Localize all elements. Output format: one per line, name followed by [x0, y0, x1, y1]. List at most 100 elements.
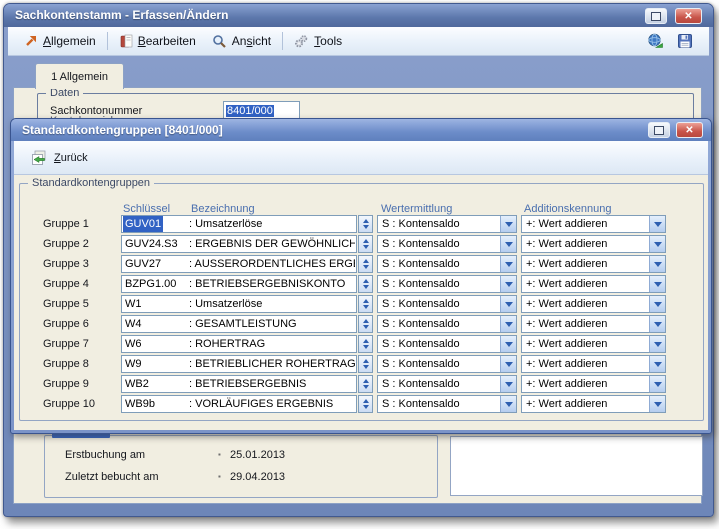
- wertermittlung-select[interactable]: S : Kontensaldo: [377, 235, 517, 253]
- main-close-button[interactable]: ✕: [675, 8, 702, 24]
- key-text: WB2: [125, 376, 149, 392]
- toolbar-separator: [107, 32, 108, 50]
- dropdown-button[interactable]: [649, 276, 665, 292]
- erstbuchung-value: 25.01.2013: [230, 449, 285, 461]
- group-label: Gruppe 9: [43, 378, 89, 390]
- spinner-button[interactable]: [358, 315, 373, 333]
- spin-up-icon: [363, 299, 369, 303]
- key-description-field[interactable]: BZPG1.00 : BETRIEBSERGEBNISKONTO: [121, 275, 357, 293]
- spinner-button[interactable]: [358, 375, 373, 393]
- additionskennung-select[interactable]: +: Wert addieren: [521, 375, 666, 393]
- column-header-schluessel: Schlüssel: [123, 203, 170, 215]
- spinner-button[interactable]: [358, 215, 373, 233]
- additionskennung-select[interactable]: +: Wert addieren: [521, 295, 666, 313]
- spin-down-icon: [363, 225, 369, 229]
- save-icon[interactable]: [677, 33, 693, 49]
- dropdown-button[interactable]: [500, 316, 516, 332]
- key-description-field[interactable]: W9 : BETRIEBLICHER ROHERTRAG: [121, 355, 357, 373]
- dropdown-button[interactable]: [649, 236, 665, 252]
- tab-allgemein[interactable]: 1 Allgemein: [35, 63, 124, 89]
- additionskennung-select[interactable]: +: Wert addieren: [521, 275, 666, 293]
- wertermittlung-select[interactable]: S : Kontensaldo: [377, 355, 517, 373]
- wertermittlung-select[interactable]: S : Kontensaldo: [377, 295, 517, 313]
- key-description-field[interactable]: W1 : Umsatzerlöse: [121, 295, 357, 313]
- sachkontonummer-input[interactable]: 8401/000: [223, 101, 300, 119]
- dropdown-button[interactable]: [500, 336, 516, 352]
- menu-item-tools[interactable]: Tools: [286, 29, 350, 53]
- additionskennung-select[interactable]: +: Wert addieren: [521, 255, 666, 273]
- menu-item-allgemein[interactable]: Allgemein: [16, 29, 104, 53]
- description-text: : Umsatzerlöse: [189, 216, 262, 232]
- wertermittlung-select[interactable]: S : Kontensaldo: [377, 255, 517, 273]
- dropdown-button[interactable]: [500, 236, 516, 252]
- magnifier-icon: [212, 34, 227, 49]
- key-description-field[interactable]: W6 : ROHERTRAG: [121, 335, 357, 353]
- additionskennung-select[interactable]: +: Wert addieren: [521, 215, 666, 233]
- spinner-button[interactable]: [358, 275, 373, 293]
- wertermittlung-select[interactable]: S : Kontensaldo: [377, 215, 517, 233]
- menu-item-bearbeiten[interactable]: Bearbeiten: [111, 29, 204, 53]
- dialog-restore-button[interactable]: [648, 122, 670, 138]
- dialog-close-button[interactable]: ✕: [676, 122, 703, 138]
- group-label: Gruppe 4: [43, 278, 89, 290]
- chevron-down-icon: [505, 302, 513, 307]
- dropdown-button[interactable]: [500, 356, 516, 372]
- spinner-button[interactable]: [358, 355, 373, 373]
- spinner-button[interactable]: [358, 395, 373, 413]
- description-text: : ERGEBNIS DER GEWÖHNLICHEN GES: [189, 236, 355, 252]
- spinner-button[interactable]: [358, 335, 373, 353]
- wertermittlung-select[interactable]: S : Kontensaldo: [377, 275, 517, 293]
- table-row: Gruppe 5 W1 : Umsatzerlöse S : Kontensal…: [11, 295, 711, 315]
- wertermittlung-select[interactable]: S : Kontensaldo: [377, 375, 517, 393]
- dropdown-button[interactable]: [649, 396, 665, 412]
- wertermittlung-select[interactable]: S : Kontensaldo: [377, 335, 517, 353]
- key-description-field[interactable]: GUV01 : Umsatzerlöse: [121, 215, 357, 233]
- spinner-button[interactable]: [358, 255, 373, 273]
- booking-row: Erstbuchung am ▪ 25.01.2013: [45, 449, 437, 463]
- additionskennung-select[interactable]: +: Wert addieren: [521, 235, 666, 253]
- spinner-button[interactable]: [358, 295, 373, 313]
- spin-up-icon: [363, 319, 369, 323]
- key-description-field[interactable]: GUV27 : AUSSERORDENTLICHES ERGEBNIS: [121, 255, 357, 273]
- erstbuchung-label: Erstbuchung am: [65, 449, 145, 461]
- key-description-field[interactable]: WB9b : VORLÄUFIGES ERGEBNIS: [121, 395, 357, 413]
- key-description-field[interactable]: WB2 : BETRIEBSERGEBNIS: [121, 375, 357, 393]
- description-text: : BETRIEBLICHER ROHERTRAG: [189, 356, 355, 372]
- key-description-field[interactable]: GUV24.S3 : ERGEBNIS DER GEWÖHNLICHEN GES: [121, 235, 357, 253]
- notes-panel[interactable]: [450, 436, 703, 496]
- dropdown-button[interactable]: [500, 396, 516, 412]
- dropdown-button[interactable]: [649, 316, 665, 332]
- group-label: Gruppe 10: [43, 398, 95, 410]
- dropdown-button[interactable]: [649, 256, 665, 272]
- additionskennung-select[interactable]: +: Wert addieren: [521, 315, 666, 333]
- table-row: Gruppe 1 GUV01 : Umsatzerlöse S : Konten…: [11, 215, 711, 235]
- table-row: Gruppe 9 WB2 : BETRIEBSERGEBNIS S : Kont…: [11, 375, 711, 395]
- wertermittlung-select[interactable]: S : Kontensaldo: [377, 395, 517, 413]
- dropdown-button[interactable]: [500, 216, 516, 232]
- menu-item-ansicht[interactable]: Ansicht: [204, 29, 279, 53]
- dropdown-button[interactable]: [500, 256, 516, 272]
- dropdown-button[interactable]: [500, 296, 516, 312]
- dropdown-button[interactable]: [500, 376, 516, 392]
- restore-icon: [654, 126, 664, 135]
- main-restore-button[interactable]: [645, 8, 667, 24]
- dropdown-button[interactable]: [649, 376, 665, 392]
- key-description-field[interactable]: W4 : GESAMTLEISTUNG: [121, 315, 357, 333]
- spin-up-icon: [363, 339, 369, 343]
- key-text: W1: [125, 296, 142, 312]
- dropdown-button[interactable]: [649, 336, 665, 352]
- dropdown-button[interactable]: [649, 356, 665, 372]
- dropdown-button[interactable]: [500, 276, 516, 292]
- additionskennung-select[interactable]: +: Wert addieren: [521, 395, 666, 413]
- booking-groupbox: Erstbuchung am ▪ 25.01.2013 Zuletzt bebu…: [44, 435, 438, 498]
- dropdown-button[interactable]: [649, 216, 665, 232]
- spinner-button[interactable]: [358, 235, 373, 253]
- additionskennung-select[interactable]: +: Wert addieren: [521, 355, 666, 373]
- wertermittlung-select[interactable]: S : Kontensaldo: [377, 315, 517, 333]
- dropdown-button[interactable]: [649, 296, 665, 312]
- globe-transfer-icon[interactable]: [647, 33, 664, 50]
- additionskennung-select[interactable]: +: Wert addieren: [521, 335, 666, 353]
- back-button[interactable]: Zurück: [24, 146, 95, 170]
- column-header-additionskennung: Additionskennung: [524, 203, 611, 215]
- description-text: : Umsatzerlöse: [189, 296, 262, 312]
